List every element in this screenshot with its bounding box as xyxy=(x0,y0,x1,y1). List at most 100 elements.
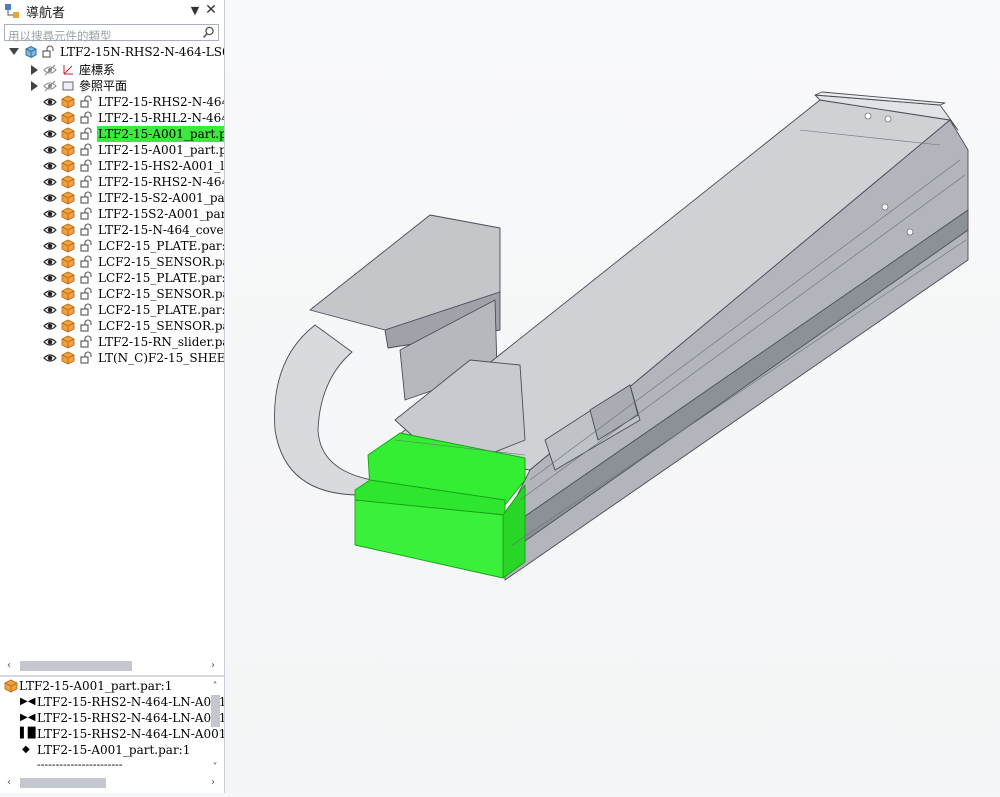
eye-icon[interactable] xyxy=(43,239,57,253)
part-icon xyxy=(61,223,75,237)
eye-icon[interactable] xyxy=(43,319,57,333)
eye-icon[interactable] xyxy=(43,207,57,221)
lock-icon xyxy=(42,45,54,58)
3d-viewport[interactable] xyxy=(226,0,1000,793)
relationship-header-label: LTF2-15-A001_part.par:1 xyxy=(19,679,173,693)
eye-icon[interactable] xyxy=(43,255,57,269)
part-icon xyxy=(61,207,75,221)
tree-folder-coordinate-systems[interactable]: 座標系 xyxy=(0,62,224,78)
tree-part-label: LCF2-15_SENSOR.par:1 xyxy=(98,255,224,269)
tree-part-row[interactable]: LTF2-15-A001_part.par:2 xyxy=(0,142,224,158)
close-icon[interactable]: ✕ xyxy=(204,3,218,17)
part-icon xyxy=(61,143,75,157)
lock-icon xyxy=(80,303,92,316)
eye-icon[interactable] xyxy=(43,95,57,109)
eye-hidden-icon[interactable] xyxy=(43,79,57,93)
part-icon xyxy=(61,303,75,317)
search-box[interactable] xyxy=(4,24,219,44)
tree-part-row[interactable]: LTF2-15-RHS2-N-464-L xyxy=(0,174,224,190)
assembly-tree: LTF2-15N-RHS2-N-464-LS05-L 座標系 參照平面 xyxy=(0,44,224,654)
part-icon xyxy=(61,95,75,109)
linear-actuator-model[interactable] xyxy=(226,0,1000,793)
lock-icon xyxy=(80,95,92,108)
scroll-left-icon[interactable]: ‹ xyxy=(4,660,14,671)
expand-arrow-icon[interactable] xyxy=(31,65,38,75)
scroll-down-icon[interactable]: ˅ xyxy=(208,762,222,773)
expand-arrow-icon[interactable] xyxy=(31,81,38,91)
scroll-right-icon[interactable]: › xyxy=(208,660,218,671)
part-icon xyxy=(61,127,75,141)
tree-folder-label: 參照平面 xyxy=(79,79,128,93)
relation-icon: ▶◀ xyxy=(20,712,36,723)
tree-part-row[interactable]: LTF2-15-RHS2-N-464-L xyxy=(0,94,224,110)
tree-part-row[interactable]: LTF2-15-A001_part.par:1 xyxy=(0,126,224,142)
tree-part-label: LCF2-15_PLATE.par:3 xyxy=(98,303,224,317)
lock-icon xyxy=(80,223,92,236)
relationship-label: LTF2-15-RHS2-N-464-LN-A001( xyxy=(37,695,224,709)
tree-part-row[interactable]: LCF2-15_SENSOR.par:2 xyxy=(0,286,224,302)
relation-icon: ▌█ xyxy=(20,728,36,739)
tree-horizontal-scrollbar[interactable]: ‹ › xyxy=(0,658,224,673)
search-input[interactable] xyxy=(5,28,198,44)
eye-icon[interactable] xyxy=(43,351,57,365)
eye-icon[interactable] xyxy=(43,111,57,125)
part-icon xyxy=(61,319,75,333)
relationship-divider: ----------------------- xyxy=(37,758,123,771)
eye-hidden-icon[interactable] xyxy=(43,63,57,77)
tree-part-label: LTF2-15-A001_part.par:2 xyxy=(98,143,224,157)
lock-icon xyxy=(80,207,92,220)
scroll-left-icon[interactable]: ‹ xyxy=(4,777,14,788)
eye-icon[interactable] xyxy=(43,223,57,237)
tree-part-row[interactable]: LCF2-15_SENSOR.par:1 xyxy=(0,254,224,270)
eye-icon[interactable] xyxy=(43,127,57,141)
lock-icon xyxy=(80,191,92,204)
relationship-vertical-scrollbar[interactable]: ˄ ˅ xyxy=(208,681,222,775)
lock-icon xyxy=(80,271,92,284)
eye-icon[interactable] xyxy=(43,191,57,205)
tree-part-row[interactable]: LCF2-15_SENSOR.par:3 xyxy=(0,318,224,334)
tree-part-row[interactable]: LTF2-15-N-464_cover.pa xyxy=(0,222,224,238)
tree-folder-reference-planes[interactable]: 參照平面 xyxy=(0,78,224,94)
eye-icon[interactable] xyxy=(43,287,57,301)
relation-icon: ▶◀ xyxy=(20,696,36,707)
lock-icon xyxy=(80,351,92,364)
eye-icon[interactable] xyxy=(43,143,57,157)
navigator-title: 導航者 xyxy=(26,5,66,21)
eye-icon[interactable] xyxy=(43,175,57,189)
tree-part-label: LTF2-15-RHS2-N-464-L xyxy=(98,175,224,189)
tree-part-row[interactable]: LTF2-15-RN_slider.par:2 xyxy=(0,334,224,350)
scrollbar-thumb[interactable] xyxy=(20,661,132,671)
navigator-panel: 導航者 ▼ ✕ LTF2-15N-RHS2-N-464-LS05-L xyxy=(0,0,225,793)
scrollbar-thumb[interactable] xyxy=(20,778,106,788)
tree-part-row[interactable]: LTF2-15-RHL2-N-464-A xyxy=(0,110,224,126)
eye-icon[interactable] xyxy=(43,271,57,285)
dropdown-icon[interactable]: ▼ xyxy=(188,4,202,18)
eye-icon[interactable] xyxy=(43,303,57,317)
tree-part-row[interactable]: LT(N_C)F2-15_SHEET.p xyxy=(0,350,224,366)
tree-part-row[interactable]: LTF2-15S2-A001_part3.p xyxy=(0,206,224,222)
tree-root-label: LTF2-15N-RHS2-N-464-LS05-L xyxy=(60,45,224,59)
tree-part-row[interactable]: LCF2-15_PLATE.par:2 xyxy=(0,270,224,286)
part-icon xyxy=(61,287,75,301)
tree-part-label: LTF2-15-HS2-A001_link xyxy=(98,159,224,173)
tree-part-label: LCF2-15_PLATE.par:1 xyxy=(98,239,224,253)
tree-root-row[interactable]: LTF2-15N-RHS2-N-464-LS05-L xyxy=(0,44,224,60)
lock-icon xyxy=(80,335,92,348)
relationship-pane: LTF2-15-A001_part.par:1 ▶◀ LTF2-15-RHS2-… xyxy=(0,677,224,775)
tree-part-label: LCF2-15_PLATE.par:2 xyxy=(98,271,224,285)
tree-part-row[interactable]: LCF2-15_PLATE.par:1 xyxy=(0,238,224,254)
scroll-right-icon[interactable]: › xyxy=(208,777,218,788)
collapse-arrow-icon[interactable] xyxy=(9,48,19,55)
eye-icon[interactable] xyxy=(43,159,57,173)
relationship-horizontal-scrollbar[interactable]: ‹ › xyxy=(0,775,224,790)
tree-part-row[interactable]: LTF2-15-HS2-A001_link xyxy=(0,158,224,174)
scrollbar-thumb[interactable] xyxy=(211,695,220,727)
search-icon[interactable] xyxy=(202,26,215,39)
eye-icon[interactable] xyxy=(43,335,57,349)
part-icon xyxy=(61,335,75,349)
part-icon xyxy=(61,191,75,205)
tree-part-row[interactable]: LTF2-15-S2-A001_part2. xyxy=(0,190,224,206)
scroll-up-icon[interactable]: ˄ xyxy=(208,681,222,692)
tree-part-row[interactable]: LCF2-15_PLATE.par:3 xyxy=(0,302,224,318)
relation-icon: ◆ xyxy=(22,744,30,755)
